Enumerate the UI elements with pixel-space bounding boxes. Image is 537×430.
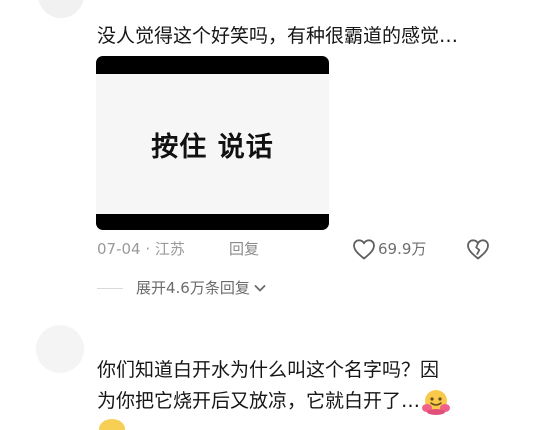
comment-location: 江苏 bbox=[154, 240, 185, 258]
emoji-icon bbox=[99, 419, 125, 430]
comment-text-line-2: 为你把它烧开后又放凉，它就白开了… bbox=[97, 386, 451, 417]
comment-text-line: 为你把它烧开后又放凉，它就白开了… bbox=[97, 390, 421, 412]
avatar[interactable] bbox=[36, 325, 84, 373]
hugging-face-emoji-icon bbox=[422, 389, 451, 415]
comment-text-line: 你们知道白开水为什么叫这个名字吗？因 bbox=[97, 359, 440, 381]
comment-date: 07-04 bbox=[97, 240, 141, 258]
expand-replies-button[interactable]: 展开4.6万条回复 bbox=[136, 276, 267, 300]
broken-heart-icon[interactable] bbox=[466, 238, 490, 260]
reply-button[interactable]: 回复 bbox=[229, 237, 259, 261]
expand-divider bbox=[97, 288, 123, 289]
comment-image[interactable]: 按住 说话 bbox=[96, 56, 329, 230]
comment-text: 没人觉得这个好笑吗，有种很霸道的感觉… bbox=[97, 25, 459, 47]
heart-outline-icon[interactable] bbox=[352, 238, 376, 260]
avatar[interactable] bbox=[38, 0, 84, 18]
chevron-down-icon bbox=[254, 285, 266, 292]
image-text: 按住 说话 bbox=[151, 131, 274, 163]
meta-separator: · bbox=[145, 240, 155, 258]
comment-text: 你们知道白开水为什么叫这个名字吗？因 为你把它烧开后又放凉，它就白开了… bbox=[97, 355, 451, 417]
like-count: 69.9万 bbox=[378, 240, 427, 258]
image-content: 按住 说话 bbox=[96, 74, 329, 214]
expand-replies-label: 展开4.6万条回复 bbox=[136, 279, 250, 297]
comment-meta: 07-04 · 江苏 bbox=[97, 237, 185, 261]
